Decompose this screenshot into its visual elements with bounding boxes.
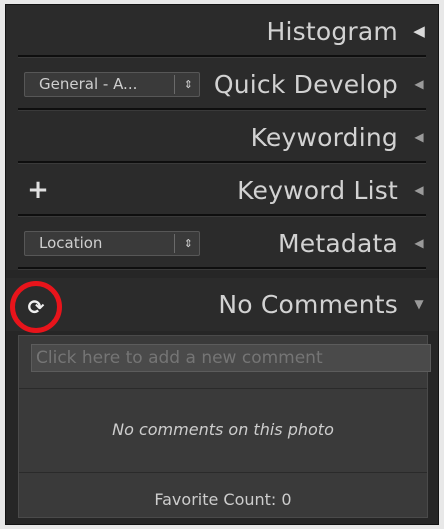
stepper-arrows-icon: ⇕ xyxy=(183,78,193,91)
saved-preset-value: General - A... xyxy=(39,75,138,93)
stepper-arrows-icon: ⇕ xyxy=(183,237,193,250)
metadata-preset-select[interactable]: Location ⇕ xyxy=(24,231,200,256)
metadata-title: Metadata xyxy=(278,229,398,258)
divider xyxy=(18,267,426,270)
keyword-list-title: Keyword List xyxy=(237,176,398,205)
quick-develop-header[interactable]: General - A... ⇕ Quick Develop ◀ xyxy=(6,58,438,111)
expand-triangle-icon[interactable]: ◀ xyxy=(410,58,428,111)
metadata-header[interactable]: Location ⇕ Metadata ◀ xyxy=(6,217,438,270)
favorite-count: Favorite Count: 0 xyxy=(154,490,292,509)
histogram-title: Histogram xyxy=(266,17,398,46)
select-divider xyxy=(174,75,175,94)
select-divider xyxy=(174,234,175,253)
right-panel-group: Histogram ◀ General - A... ⇕ Quick Devel… xyxy=(5,4,439,525)
metadata-preset-value: Location xyxy=(39,234,103,252)
quick-develop-title: Quick Develop xyxy=(213,70,398,99)
new-comment-input[interactable] xyxy=(31,344,431,372)
keywording-title: Keywording xyxy=(250,123,398,152)
saved-preset-select[interactable]: General - A... ⇕ xyxy=(24,72,200,97)
comments-title: No Comments xyxy=(218,290,398,319)
comments-body: No comments on this photo Favorite Count… xyxy=(18,335,431,518)
collapse-triangle-icon[interactable]: ◀ xyxy=(410,5,428,58)
add-keyword-plus-icon[interactable]: + xyxy=(26,176,50,204)
keywording-header[interactable]: Keywording ◀ xyxy=(6,111,438,164)
empty-comments-message: No comments on this photo xyxy=(112,420,334,439)
refresh-icon[interactable]: ⟳ xyxy=(23,294,49,320)
expand-triangle-icon[interactable]: ◀ xyxy=(410,111,428,164)
divider xyxy=(19,388,427,389)
divider xyxy=(19,472,427,473)
expanded-triangle-icon[interactable]: ▼ xyxy=(410,278,428,331)
keyword-list-header[interactable]: + Keyword List ◀ xyxy=(6,164,438,217)
expand-triangle-icon[interactable]: ◀ xyxy=(410,164,428,217)
expand-triangle-icon[interactable]: ◀ xyxy=(410,217,428,270)
histogram-header[interactable]: Histogram ◀ xyxy=(6,5,438,58)
comments-header[interactable]: No Comments ▼ xyxy=(6,278,438,331)
